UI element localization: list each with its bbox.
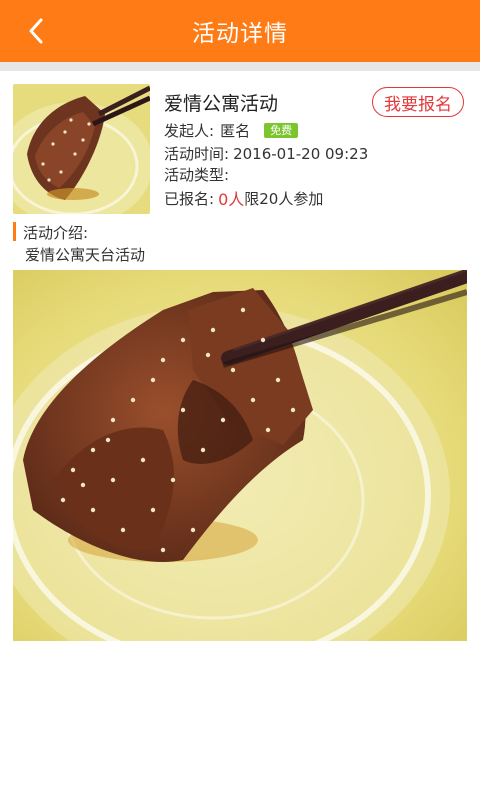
intro-label: 活动介绍:	[23, 224, 89, 242]
activity-thumbnail	[13, 84, 150, 214]
intro-text: 爱情公寓天台活动	[25, 246, 146, 264]
organizer-label: 发起人:	[164, 122, 215, 140]
chevron-left-icon	[29, 18, 43, 44]
time-row: 活动时间: 2016-01-20 09:23	[164, 143, 368, 164]
type-label: 活动类型:	[164, 166, 230, 184]
limit-text: 限20人参加	[244, 189, 324, 208]
registered-row: 已报名: 0人 限20人参加	[164, 186, 323, 210]
time-value: 2016-01-20 09:23	[233, 144, 369, 163]
app-header: 活动详情	[0, 0, 480, 62]
header-divider	[0, 62, 480, 71]
time-label: 活动时间:	[164, 145, 230, 163]
organizer-row: 发起人: 匿名 免费	[164, 120, 299, 141]
registered-label: 已报名:	[164, 189, 215, 208]
organizer-value: 匿名	[220, 122, 251, 140]
activity-photo	[13, 270, 467, 641]
signup-button[interactable]: 我要报名	[372, 87, 464, 117]
page-title: 活动详情	[192, 21, 288, 47]
back-button[interactable]	[18, 13, 54, 49]
activity-name: 爱情公寓活动	[164, 93, 279, 115]
intro-accent-bar	[13, 222, 16, 241]
free-badge: 免费	[264, 123, 299, 138]
registered-count: 0人	[218, 190, 245, 209]
type-row: 活动类型:	[164, 164, 229, 185]
